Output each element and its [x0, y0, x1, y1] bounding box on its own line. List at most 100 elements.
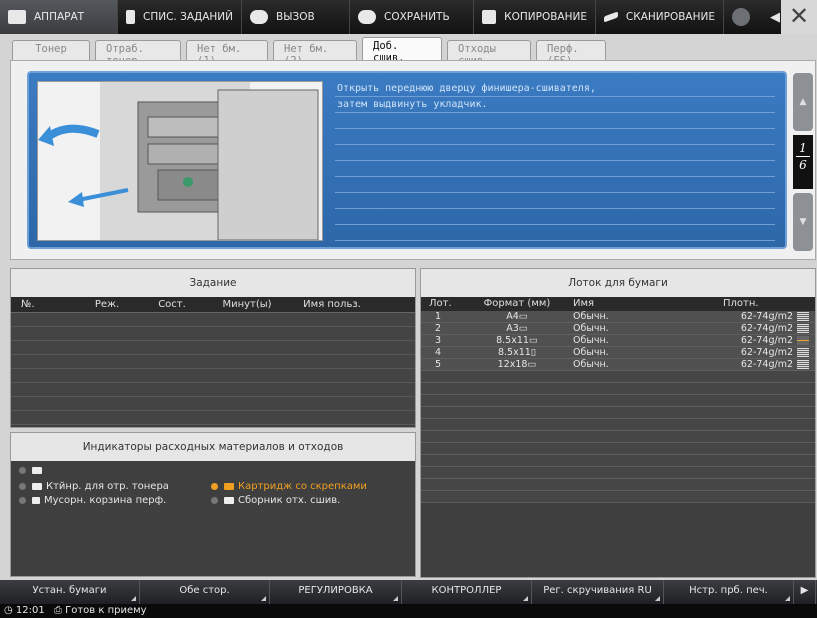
page-total: 6	[799, 158, 807, 172]
tray-row[interactable]: 1 A4▭ Обычн. 62-74g/m2	[421, 311, 815, 323]
tray-format: 8.5x11▭	[496, 335, 538, 346]
tray-lot: 3	[435, 335, 442, 346]
tray-rows: 1 A4▭ Обычн. 62-74g/m2 2 A3▭ Обычн. 62-74g/m2 3 8…	[421, 311, 815, 503]
job-table-header: №. Реж. Сост. Минут(ы) Имя польз.	[11, 297, 415, 313]
paper-level-icon	[797, 335, 811, 346]
job-row[interactable]	[11, 397, 415, 411]
tab-no-paper-1[interactable]: Нет бм.(1)	[186, 40, 268, 67]
tray-row[interactable]: 2 A3▭ Обычн. 62-74g/m2	[421, 323, 815, 335]
col-format: Формат (мм)	[483, 298, 551, 309]
curl-adjust-button[interactable]: Рег. скручивания RU	[532, 580, 664, 604]
paper-setting-button[interactable]: Устан. бумаги	[0, 580, 140, 604]
job-row[interactable]	[11, 369, 415, 383]
tab-no-paper-2[interactable]: Нет бм.(2)	[273, 40, 357, 67]
finisher-illustration	[37, 81, 323, 241]
save-icon	[358, 10, 376, 24]
tab-waste-toner[interactable]: Отраб. тонер	[95, 40, 181, 67]
consumables-title: Индикаторы расходных материалов и отходо…	[11, 433, 415, 461]
job-row[interactable]	[11, 411, 415, 425]
indicator-waste-toner: Ктйнр. для отр. тонера	[19, 481, 169, 492]
job-row[interactable]	[11, 327, 415, 341]
job-row[interactable]	[11, 383, 415, 397]
col-user: Имя польз.	[303, 299, 361, 310]
guide-line	[335, 209, 775, 225]
job-row[interactable]	[11, 313, 415, 327]
tray-row[interactable]: 5 12x18▭ Обычн. 62-74g/m2	[421, 359, 815, 371]
guide-instruction-area: Открыть переднюю дверцу финишера-сшивате…	[27, 71, 787, 249]
list-icon	[126, 10, 135, 24]
consumables-list: Ктйнр. для отр. тонера Мусорн. корзина п…	[11, 461, 415, 574]
adjustment-button[interactable]: РЕГУЛИРОВКА	[270, 580, 402, 604]
guide-line	[335, 113, 775, 129]
job-row[interactable]	[11, 355, 415, 369]
paper-stack-icon	[797, 360, 809, 369]
tab-toner[interactable]: Тонер	[12, 40, 90, 60]
tray-row-empty	[421, 443, 815, 455]
page-up-button[interactable]: ▲	[793, 73, 813, 131]
job-row[interactable]	[11, 341, 415, 355]
col-number: №.	[21, 299, 35, 310]
machine-screen: АППАРАТ СПИС. ЗАДАНИЙ ВЫЗОВ СОХРАНИТЬ КО…	[0, 0, 817, 618]
paper-stack-icon	[797, 348, 809, 357]
tray-lot: 4	[435, 347, 442, 358]
proof-print-setting-button[interactable]: Нстр. прб. печ.	[664, 580, 794, 604]
tray-weight: 62-74g/m2	[740, 359, 793, 370]
indicator-staple-waste: Сборник отх. сшив.	[211, 495, 340, 506]
guide-pager: ▲ 1 6 ▼	[793, 73, 813, 251]
consumables-panel: Индикаторы расходных материалов и отходо…	[10, 432, 416, 577]
machine-icon	[8, 10, 26, 24]
tray-row-empty	[421, 467, 815, 479]
guide-panel: Открыть переднюю дверцу финишера-сшивате…	[10, 60, 816, 260]
tray-row-empty	[421, 431, 815, 443]
tray-weight: 62-74g/m2	[740, 335, 793, 346]
close-icon[interactable]: ✕	[781, 0, 817, 34]
next-arrow-icon[interactable]: ▶	[794, 580, 816, 604]
scan-button[interactable]: СКАНИРОВАНИЕ	[596, 0, 724, 34]
tab-add-staples[interactable]: Доб. сшив.	[362, 37, 442, 64]
page-separator	[796, 156, 810, 157]
paper-stack-icon	[797, 336, 809, 345]
job-list-label: СПИС. ЗАДАНИЙ	[143, 11, 233, 23]
tray-paper-name: Обычн.	[573, 335, 609, 346]
scan-icon	[604, 11, 618, 23]
tray-row[interactable]: 3 8.5x11▭ Обычн. 62-74g/m2	[421, 335, 815, 347]
staple-icon	[224, 483, 234, 490]
tray-row-empty	[421, 371, 815, 383]
col-minutes: Минут(ы)	[222, 299, 272, 310]
paper-tray-panel: Лоток для бумаги Лот. Формат (мм) Имя Пл…	[420, 268, 816, 578]
tab-staple-waste[interactable]: Отходы сшив.	[447, 40, 531, 67]
tray-format: A3▭	[506, 323, 528, 334]
machine-button[interactable]: АППАРАТ	[0, 0, 118, 34]
job-panel-title: Задание	[11, 269, 415, 297]
tray-row-empty	[421, 455, 815, 467]
guide-line	[335, 145, 775, 161]
tray-weight: 62-74g/m2	[740, 347, 793, 358]
tab-punch[interactable]: Перф.(FS)	[536, 40, 606, 67]
tray-format: A4▭	[506, 311, 528, 322]
paper-stack-icon	[797, 324, 809, 333]
tray-row-empty	[421, 395, 815, 407]
status-dot	[19, 497, 26, 504]
tray-paper-name: Обычн.	[573, 323, 609, 334]
guide-line: Открыть переднюю дверцу финишера-сшивате…	[335, 81, 775, 97]
tray-lot: 5	[435, 359, 442, 370]
recall-button[interactable]: ВЫЗОВ	[242, 0, 350, 34]
job-list-button[interactable]: СПИС. ЗАДАНИЙ	[118, 0, 242, 34]
tray-lot: 1	[435, 311, 442, 322]
tray-row-empty	[421, 419, 815, 431]
printer-icon: ⎙	[53, 605, 62, 616]
status-time: 12:01	[15, 605, 45, 616]
paper-stack-icon	[797, 312, 809, 321]
tray-table-header: Лот. Формат (мм) Имя Плотн.	[421, 297, 815, 311]
duplex-button[interactable]: Обе стор.	[140, 580, 270, 604]
save-button[interactable]: СОХРАНИТЬ	[350, 0, 474, 34]
copy-button[interactable]: КОПИРОВАНИЕ	[474, 0, 596, 34]
page-down-button[interactable]: ▼	[793, 193, 813, 251]
col-status: Сост.	[158, 299, 186, 310]
tray-row[interactable]: 4 8.5x11▯ Обычн. 62-74g/m2	[421, 347, 815, 359]
controller-button[interactable]: КОНТРОЛЛЕР	[402, 580, 532, 604]
status-dot	[19, 467, 26, 474]
globe-icon[interactable]	[732, 8, 750, 26]
indicator-punch-waste: Мусорн. корзина перф.	[19, 495, 166, 506]
guide-line	[335, 129, 775, 145]
